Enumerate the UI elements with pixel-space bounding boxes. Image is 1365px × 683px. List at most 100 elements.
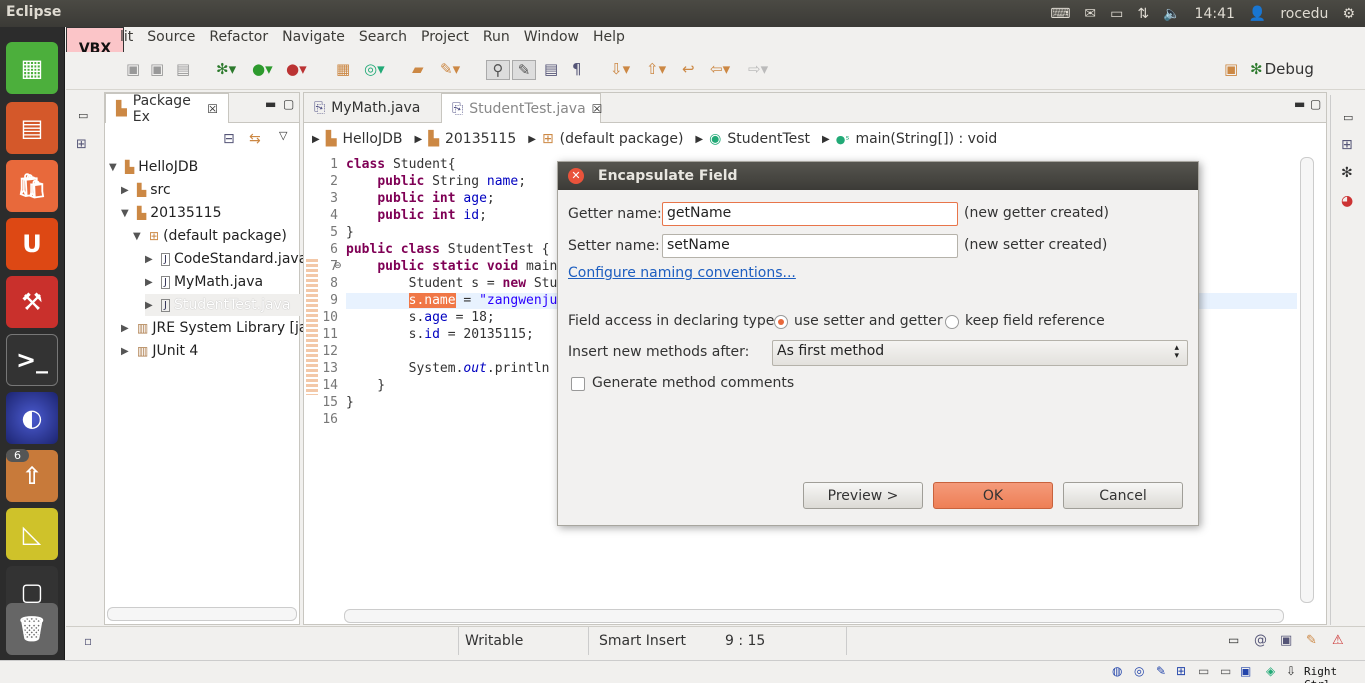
twisty-icon[interactable]: ▼ — [121, 208, 133, 219]
tab-mymath[interactable]: ⎘ MyMath.java — [304, 93, 440, 123]
settings-icon[interactable]: ⚒ — [6, 276, 58, 328]
menu-navigate[interactable]: Navigate — [282, 29, 345, 49]
next-annotation-icon[interactable]: ⇩▾ — [610, 60, 630, 80]
error-log-icon[interactable]: ⚠ — [1332, 633, 1344, 648]
hierarchy-icon[interactable]: ⊞ — [76, 137, 87, 152]
tree-item[interactable]: ▼ ▙ 20135115 — [121, 202, 222, 224]
screen-icon[interactable]: ◺ — [6, 508, 58, 560]
twisty-icon[interactable]: ▶ — [121, 323, 133, 334]
insert-select[interactable]: As first method ▴ ▾ — [772, 340, 1188, 366]
open-perspective-icon[interactable]: ▣ — [1224, 60, 1238, 80]
tree-item[interactable]: ▶ J MyMath.java — [145, 271, 263, 293]
minimize-icon[interactable]: ▬ — [1294, 97, 1305, 111]
tab-package-explorer[interactable]: ▙ Package Ex ☒ — [105, 93, 229, 125]
junit-icon[interactable]: ◕ — [1341, 193, 1353, 209]
cancel-button[interactable]: Cancel — [1063, 482, 1183, 509]
keyboard-icon[interactable]: ⌨ — [1050, 6, 1070, 22]
fold-icon[interactable]: ⊖ — [334, 261, 342, 271]
keyboard-capture-icon[interactable]: ⇩ — [1286, 664, 1296, 678]
mail-icon[interactable]: ✉ — [1084, 6, 1096, 22]
radio-use-setter-getter[interactable] — [774, 315, 788, 329]
eclipse-icon[interactable]: ◐ — [6, 392, 58, 444]
block-select-icon[interactable]: ▤ — [544, 60, 558, 80]
close-icon[interactable]: ☒ — [207, 102, 218, 116]
video-capture-icon[interactable]: ▣ — [1240, 664, 1251, 678]
network-adapter-icon[interactable]: ⊞ — [1176, 664, 1186, 678]
link-editor-icon[interactable]: ⇆ — [249, 131, 261, 147]
impress-icon[interactable]: ▤ — [6, 102, 58, 154]
tree-item[interactable]: ▼ ⊞ (default package) — [133, 225, 287, 247]
getter-input[interactable]: getName — [662, 202, 958, 226]
menu-edit[interactable]: lit — [120, 29, 133, 49]
menu-search[interactable]: Search — [359, 29, 407, 49]
minimize-icon[interactable]: ▬ — [265, 97, 276, 111]
ok-button[interactable]: OK — [933, 482, 1053, 509]
new-class-icon[interactable]: ◎▾ — [364, 60, 385, 80]
trash-icon[interactable]: 🗑 — [6, 603, 58, 655]
radio-keep-field-reference-label[interactable]: keep field reference — [965, 313, 1105, 329]
restore-icon[interactable]: ▭ — [1343, 111, 1353, 124]
collapse-all-icon[interactable]: ⊟ — [223, 131, 235, 147]
menu-refactor[interactable]: Refactor — [209, 29, 268, 49]
external-tools-icon[interactable]: ●▾ — [286, 60, 307, 80]
menu-help[interactable]: Help — [593, 29, 625, 49]
twisty-icon[interactable]: ▼ — [133, 231, 145, 242]
debug-perspective[interactable]: ✻ Debug — [1250, 60, 1314, 80]
twisty-icon[interactable]: ▶ — [145, 300, 157, 311]
horizontal-scrollbar[interactable] — [107, 607, 297, 621]
toggle-mark-icon[interactable]: ⚲ — [486, 60, 510, 80]
generate-comments-label[interactable]: Generate method comments — [592, 375, 794, 391]
twisty-icon[interactable]: ▶ — [121, 346, 133, 357]
tab-studenttest[interactable]: ⎘ StudentTest.java ☒ — [441, 93, 603, 123]
bug-icon[interactable]: ✻ — [1341, 165, 1353, 181]
tree-item[interactable]: ▶ ▙ src — [121, 179, 171, 201]
menu-window[interactable]: Window — [524, 29, 579, 49]
restore-icon[interactable]: ▭ — [78, 109, 88, 122]
calc-icon[interactable]: ▦ — [6, 42, 58, 94]
maximize-icon[interactable]: ▢ — [1310, 97, 1321, 111]
new-package-icon[interactable]: ▦ — [336, 60, 350, 80]
open-type-icon[interactable]: ▰ — [412, 60, 424, 80]
twisty-icon[interactable]: ▶ — [121, 185, 133, 196]
battery-icon[interactable]: ▭ — [1110, 6, 1123, 22]
crumb-folder[interactable]: 20135115 — [445, 131, 516, 147]
print-icon[interactable]: ▤ — [176, 60, 190, 80]
network-icon[interactable]: ⇅ — [1137, 6, 1149, 22]
usb-icon[interactable]: ✎ — [1156, 664, 1166, 678]
crumb-project[interactable]: HelloJDB — [342, 131, 402, 147]
forward-icon[interactable]: ⇨▾ — [748, 60, 768, 80]
outline-icon[interactable]: ⊞ — [1341, 137, 1353, 153]
vertical-scrollbar[interactable] — [1300, 157, 1314, 603]
volume-icon[interactable]: 🔈 — [1163, 6, 1180, 22]
tree-item[interactable]: ▶ J CodeStandard.java — [145, 248, 307, 270]
gear-icon[interactable]: ⚙ — [1342, 6, 1355, 22]
run-icon[interactable]: ●▾ — [252, 60, 273, 80]
debug-icon[interactable]: ✻▾ — [216, 60, 236, 80]
tasks-icon[interactable]: ✎ — [1306, 633, 1317, 648]
shared-folder-icon[interactable]: ▭ — [1198, 664, 1209, 678]
close-icon[interactable]: ☒ — [592, 102, 603, 116]
terminal-icon[interactable]: >_ — [6, 334, 58, 386]
close-icon[interactable]: ✕ — [568, 168, 584, 184]
save-all-icon[interactable]: ▣ — [150, 60, 164, 80]
crumb-class[interactable]: StudentTest — [727, 131, 810, 147]
editor-horizontal-scrollbar[interactable] — [344, 609, 1284, 623]
back-icon[interactable]: ⇦▾ — [710, 60, 730, 80]
twisty-icon[interactable]: ▶ — [145, 254, 157, 265]
menu-source[interactable]: Source — [147, 29, 195, 49]
radio-use-setter-getter-label[interactable]: use setter and getter — [794, 313, 943, 329]
search-tool-icon[interactable]: ✎▾ — [440, 60, 460, 80]
crumb-method[interactable]: main(String[]) : void — [855, 131, 997, 147]
fast-view-icon[interactable]: ▫ — [84, 634, 92, 648]
tree-item[interactable]: ▼ ▙ HelloJDB — [109, 156, 198, 178]
tree-item[interactable]: ▶ ▥ JRE System Library [ja — [121, 317, 308, 339]
preview-button[interactable]: Preview > — [803, 482, 923, 509]
configure-naming-link[interactable]: Configure naming conventions... — [568, 265, 796, 281]
last-edit-icon[interactable]: ↩ — [682, 60, 695, 80]
cd-icon[interactable]: ◎ — [1134, 664, 1144, 678]
view-menu-icon[interactable]: ▽ — [279, 129, 287, 142]
setter-input[interactable]: setName — [662, 234, 958, 258]
hdd-icon[interactable]: ◍ — [1112, 664, 1122, 678]
tree-item[interactable]: ▶ ▥ JUnit 4 — [121, 340, 198, 362]
whitespace-icon[interactable]: ¶ — [572, 60, 582, 80]
